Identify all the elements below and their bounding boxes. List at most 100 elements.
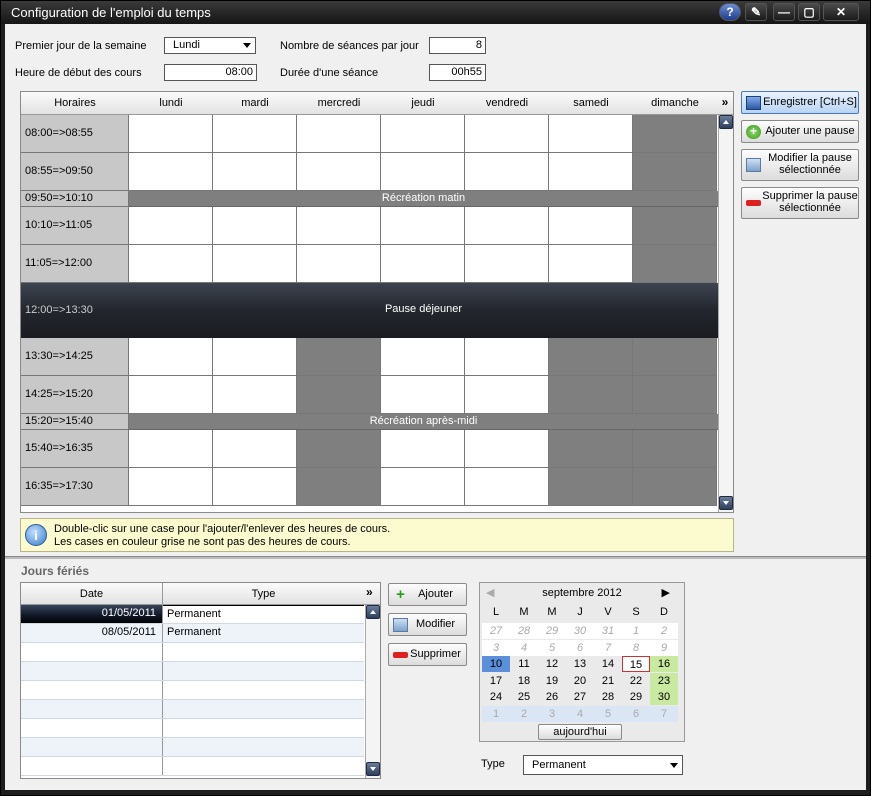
type-column-header[interactable]: Type: [163, 583, 364, 605]
schedule-cell[interactable]: [129, 115, 213, 153]
schedule-cell[interactable]: [213, 245, 297, 283]
calendar-day[interactable]: 14: [594, 656, 622, 672]
schedule-cell[interactable]: [633, 153, 717, 191]
calendar-day[interactable]: 13: [566, 656, 594, 672]
table-row[interactable]: 01/05/2011 Permanent: [21, 605, 364, 624]
schedule-cell[interactable]: [297, 376, 381, 414]
calendar-day[interactable]: 24: [482, 689, 510, 705]
calendar-day[interactable]: 26: [538, 689, 566, 705]
schedule-cell[interactable]: [549, 376, 633, 414]
schedule-cell[interactable]: [213, 338, 297, 376]
schedule-cell[interactable]: [297, 153, 381, 191]
close-button[interactable]: ✕: [823, 3, 859, 21]
today-button[interactable]: aujourd'hui: [538, 724, 622, 740]
calendar-day[interactable]: 15: [622, 656, 650, 672]
calendar-day[interactable]: 5: [594, 705, 622, 722]
calendar-day[interactable]: 20: [566, 673, 594, 689]
schedule-cell[interactable]: [465, 430, 549, 468]
schedule-cell[interactable]: [465, 153, 549, 191]
schedule-cell[interactable]: [465, 245, 549, 283]
calendar-day[interactable]: 1: [482, 705, 510, 722]
schedule-cell[interactable]: [549, 245, 633, 283]
schedule-cell[interactable]: [381, 338, 465, 376]
calendar-day[interactable]: 18: [510, 673, 538, 689]
table-row[interactable]: [21, 719, 364, 738]
table-row[interactable]: [21, 681, 364, 700]
schedule-cell[interactable]: [549, 207, 633, 245]
schedule-cell[interactable]: [465, 338, 549, 376]
first-day-combo[interactable]: Lundi: [164, 37, 256, 54]
schedule-cell[interactable]: [381, 207, 465, 245]
calendar-day[interactable]: 25: [510, 689, 538, 705]
calendar-day[interactable]: 29: [538, 623, 566, 639]
sessions-input[interactable]: 8: [429, 37, 486, 54]
column-menu-icon[interactable]: »: [366, 585, 373, 599]
schedule-cell[interactable]: [297, 468, 381, 506]
schedule-cell[interactable]: [297, 115, 381, 153]
schedule-cell[interactable]: [129, 207, 213, 245]
scroll-down-icon[interactable]: [366, 762, 380, 776]
calendar-day[interactable]: 10: [482, 656, 510, 672]
table-row[interactable]: [21, 643, 364, 662]
schedule-cell[interactable]: [129, 376, 213, 414]
break-row[interactable]: Récréation matin: [129, 191, 718, 207]
maximize-button[interactable]: ▢: [798, 3, 820, 21]
calendar-day[interactable]: 28: [594, 689, 622, 705]
schedule-cell[interactable]: [549, 115, 633, 153]
schedule-cell[interactable]: [633, 468, 717, 506]
minimize-button[interactable]: —: [773, 3, 795, 21]
scroll-up-icon[interactable]: [719, 115, 733, 129]
delete-pause-button[interactable]: Supprimer la pause sélectionnée: [741, 187, 859, 219]
calendar-day[interactable]: 4: [566, 705, 594, 722]
schedule-cell[interactable]: [213, 430, 297, 468]
schedule-cell[interactable]: [297, 207, 381, 245]
schedule-cell[interactable]: [213, 207, 297, 245]
calendar-day[interactable]: 21: [594, 673, 622, 689]
schedule-cell[interactable]: [381, 115, 465, 153]
calendar-day[interactable]: 4: [510, 639, 538, 656]
calendar-day[interactable]: 6: [622, 705, 650, 722]
table-row[interactable]: [21, 662, 364, 681]
calendar-day[interactable]: 2: [510, 705, 538, 722]
schedule-cell[interactable]: [129, 430, 213, 468]
calendar-day[interactable]: 6: [566, 639, 594, 656]
calendar-day[interactable]: 7: [650, 705, 678, 722]
calendar-day[interactable]: 11: [510, 656, 538, 672]
type-combo[interactable]: Permanent: [523, 755, 683, 775]
calendar-day[interactable]: 23: [650, 672, 678, 689]
schedule-cell[interactable]: [129, 153, 213, 191]
schedule-cell[interactable]: [129, 245, 213, 283]
break-row[interactable]: Récréation après-midi: [129, 414, 718, 430]
schedule-cell[interactable]: [465, 115, 549, 153]
help-icon[interactable]: ?: [719, 3, 741, 21]
schedule-cell[interactable]: [129, 338, 213, 376]
prev-month-icon[interactable]: ◀: [486, 583, 494, 603]
calendar-day[interactable]: 8: [622, 639, 650, 656]
customize-icon[interactable]: ✎: [745, 3, 767, 21]
calendar-day[interactable]: 27: [482, 623, 510, 639]
edit-holiday-button[interactable]: Modifier: [388, 613, 467, 636]
schedule-cell[interactable]: [297, 430, 381, 468]
schedule-cell[interactable]: [381, 245, 465, 283]
schedule-cell[interactable]: [213, 115, 297, 153]
calendar-day[interactable]: 29: [622, 689, 650, 705]
schedule-cell[interactable]: [213, 376, 297, 414]
calendar-day[interactable]: 19: [538, 673, 566, 689]
calendar-day[interactable]: 3: [482, 639, 510, 656]
duration-input[interactable]: 00h55: [429, 64, 486, 81]
calendar-day[interactable]: 9: [650, 639, 678, 656]
add-holiday-button[interactable]: + Ajouter: [388, 583, 467, 606]
table-row[interactable]: 08/05/2011 Permanent: [21, 624, 364, 643]
calendar-day[interactable]: 22: [622, 673, 650, 689]
calendar-day[interactable]: 12: [538, 656, 566, 672]
calendar-day[interactable]: 16: [650, 656, 678, 672]
edit-pause-button[interactable]: Modifier la pause sélectionnée: [741, 149, 859, 181]
date-column-header[interactable]: Date: [21, 583, 163, 605]
calendar-day[interactable]: 30: [650, 689, 678, 705]
calendar-day[interactable]: 17: [482, 673, 510, 689]
start-time-input[interactable]: 08:00: [164, 64, 257, 81]
schedule-cell[interactable]: [549, 468, 633, 506]
schedule-cell[interactable]: [633, 115, 717, 153]
calendar-day[interactable]: 30: [566, 623, 594, 639]
schedule-cell[interactable]: [213, 153, 297, 191]
